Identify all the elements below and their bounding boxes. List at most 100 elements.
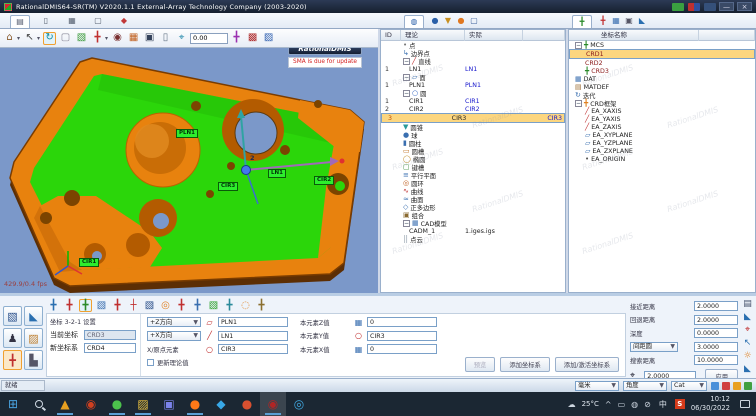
csys-ppp-icon[interactable]: ▧	[95, 299, 108, 312]
report-tab-icon[interactable]: ▯	[41, 16, 51, 26]
csys-offset-icon[interactable]: ╋	[175, 299, 188, 312]
ball-orange-icon[interactable]: ●	[456, 16, 466, 26]
pick-icon[interactable]: ↖	[742, 338, 754, 349]
csys-axis-icon[interactable]: ╋	[111, 299, 124, 312]
filter-icon[interactable]: ▼	[443, 16, 453, 26]
coord-row-CRD3[interactable]: ╋CRD3	[569, 67, 755, 75]
feature-row-CAD模型[interactable]: −▦CAD模型	[381, 219, 565, 227]
coord-row-EA_YZPLANE[interactable]: ▱EA_YZPLANE	[569, 139, 755, 147]
target-icon[interactable]: ⌖	[742, 325, 754, 336]
coord-row-CRD1[interactable]: CRD1	[569, 49, 755, 59]
csys-cube-icon[interactable]: ▧	[143, 299, 156, 312]
taskbar-app-browser[interactable]: ◎	[286, 392, 312, 416]
monitor-icon[interactable]: ▢	[469, 16, 479, 26]
temperature[interactable]: 25°C	[582, 400, 599, 408]
marquee-icon[interactable]: ▢	[59, 32, 72, 45]
new-coord-field[interactable]: CRD4	[84, 343, 136, 353]
tab-coordinates[interactable]: ╋	[572, 15, 592, 28]
network-icon[interactable]: ◍	[631, 400, 638, 409]
csys-base-icon[interactable]: ╋	[255, 299, 268, 312]
coord-row-EA_XYPLANE[interactable]: ▱EA_XYPLANE	[569, 131, 755, 139]
taskbar-search-button[interactable]	[26, 392, 52, 416]
feature-row-CIR3[interactable]: 3CIR3CIR3	[381, 113, 565, 123]
spacing-circle-select[interactable]: 间距圆▼	[630, 342, 678, 352]
tab-report-tab-icon[interactable]: ▯	[36, 15, 56, 28]
coord-row-EA_ORIGIN[interactable]: •EA_ORIGIN	[569, 155, 755, 163]
tree-expander[interactable]: −	[575, 42, 582, 49]
update-theory-checkbox[interactable]	[147, 359, 154, 366]
csys-translate-icon[interactable]: ╋	[191, 299, 204, 312]
feature-row-CIR1[interactable]: 1CIR1CIR1	[381, 97, 565, 105]
feature-row-点云[interactable]: ⣿点云	[381, 235, 565, 243]
coord-row-EA_ZAXIS[interactable]: ╱EA_ZAXIS	[569, 123, 755, 131]
scene-3d[interactable]: PLN1 LN1 CIR3 CIR2 CIR1 2 429.9/0.4 fps …	[0, 48, 378, 293]
csys-green-cube-icon[interactable]: ▧	[207, 299, 220, 312]
tab-features[interactable]: ◍	[404, 15, 424, 28]
approach-distance-field[interactable]: 2.0000	[694, 301, 738, 311]
taskbar-app-wechat[interactable]: ●	[104, 392, 130, 416]
volume-muted-icon[interactable]: ⊘	[644, 400, 651, 409]
axes-icon[interactable]: ╋	[91, 32, 104, 45]
taskbar-app-drive[interactable]: ◆	[208, 392, 234, 416]
coord-row-EA_ZXPLANE[interactable]: ▱EA_ZXPLANE	[569, 147, 755, 155]
z-direction-select[interactable]: +Z方向▼	[147, 317, 201, 327]
cursor-icon[interactable]: ↖	[23, 32, 36, 45]
tree-expander[interactable]: −	[403, 220, 410, 227]
start-button[interactable]: ⊞	[0, 392, 26, 416]
element-y-value-field[interactable]: CIR3	[367, 331, 437, 341]
feature-row-面[interactable]: −▱面	[381, 73, 565, 81]
report-icon[interactable]: ▤	[742, 299, 754, 310]
palette-tab-icon[interactable]: ◆	[119, 16, 129, 26]
cube-red-icon[interactable]: ▩	[246, 32, 259, 45]
csys-circle-icon[interactable]: ◎	[159, 299, 172, 312]
home-icon[interactable]: ⌂	[3, 32, 16, 45]
coord-row-EA_XAXIS[interactable]: ╱EA_XAXIS	[569, 107, 755, 115]
notification-center-icon[interactable]	[740, 400, 750, 408]
tree-expander[interactable]: −	[403, 58, 410, 65]
csys-ring-icon[interactable]: ◌	[239, 299, 252, 312]
feature-label-pln1[interactable]: PLN1	[176, 129, 198, 138]
cat-select[interactable]: Cat▼	[671, 381, 707, 391]
colors-icon[interactable]: ▦	[127, 32, 140, 45]
clip-plane-icon[interactable]: ╋	[230, 32, 243, 45]
grid-small-icon[interactable]: ▦	[611, 16, 621, 26]
weather-icon[interactable]: ☁	[568, 400, 576, 409]
csys-level-icon[interactable]: ╋	[223, 299, 236, 312]
tree-expander[interactable]: −	[575, 100, 582, 107]
angle-select[interactable]: 角度▼	[623, 381, 667, 391]
x-direction-select[interactable]: +X方向▼	[147, 331, 201, 341]
taskbar-app-teams[interactable]: ▣	[156, 392, 182, 416]
csys-rotate-icon[interactable]: ╋	[63, 299, 76, 312]
trash-icon[interactable]: ▯	[159, 32, 172, 45]
taskbar-app-security[interactable]: ◉	[78, 392, 104, 416]
feature-row-圆[interactable]: −○圆	[381, 89, 565, 97]
clock[interactable]: 10:12 06/30/2022	[691, 395, 730, 413]
feature-label-cir2[interactable]: CIR2	[314, 176, 334, 185]
grid-tab-icon[interactable]: ▦	[67, 16, 77, 26]
element-z-value-field[interactable]: 0	[367, 317, 437, 327]
feature-label-cir3[interactable]: CIR3	[218, 182, 238, 191]
x-element-field[interactable]: LN1	[218, 331, 288, 341]
coord-row-DAT[interactable]: ▦DAT	[569, 75, 755, 83]
tree-expander[interactable]: −	[403, 74, 410, 81]
csys-tab-icon[interactable]: ╋	[577, 17, 587, 27]
coord-row-CRD框架[interactable]: −╋CRD框架	[569, 99, 755, 107]
minimize-button[interactable]: —	[719, 2, 734, 11]
probe3-icon[interactable]: ◣	[742, 364, 754, 375]
retract-distance-field[interactable]: 2.0000	[694, 315, 738, 325]
dropdown-caret-icon[interactable]: ▾	[105, 35, 108, 42]
ball-blue-icon[interactable]: ●	[430, 16, 440, 26]
tab-display-tab-icon[interactable]: ▢	[88, 15, 108, 28]
origin-element-field[interactable]: CIR3	[218, 344, 288, 354]
tray-expand-icon[interactable]: ^	[605, 400, 612, 409]
zoom-window-icon[interactable]: ⌖	[175, 32, 188, 45]
ime-indicator[interactable]: 中	[657, 398, 669, 411]
features-tab-icon[interactable]: ◍	[409, 17, 419, 27]
element-x-value-field[interactable]: 0	[367, 344, 437, 354]
cube-blue-icon[interactable]: ▨	[262, 32, 275, 45]
taskbar-app-powerpoint[interactable]: ●	[234, 392, 260, 416]
tab-print-tab-icon[interactable]: ▤	[10, 15, 30, 28]
status-icon-1[interactable]	[722, 382, 730, 390]
csys-line-icon[interactable]: ┼	[127, 299, 140, 312]
taskbar-app-explorer[interactable]: ▨	[130, 392, 156, 416]
